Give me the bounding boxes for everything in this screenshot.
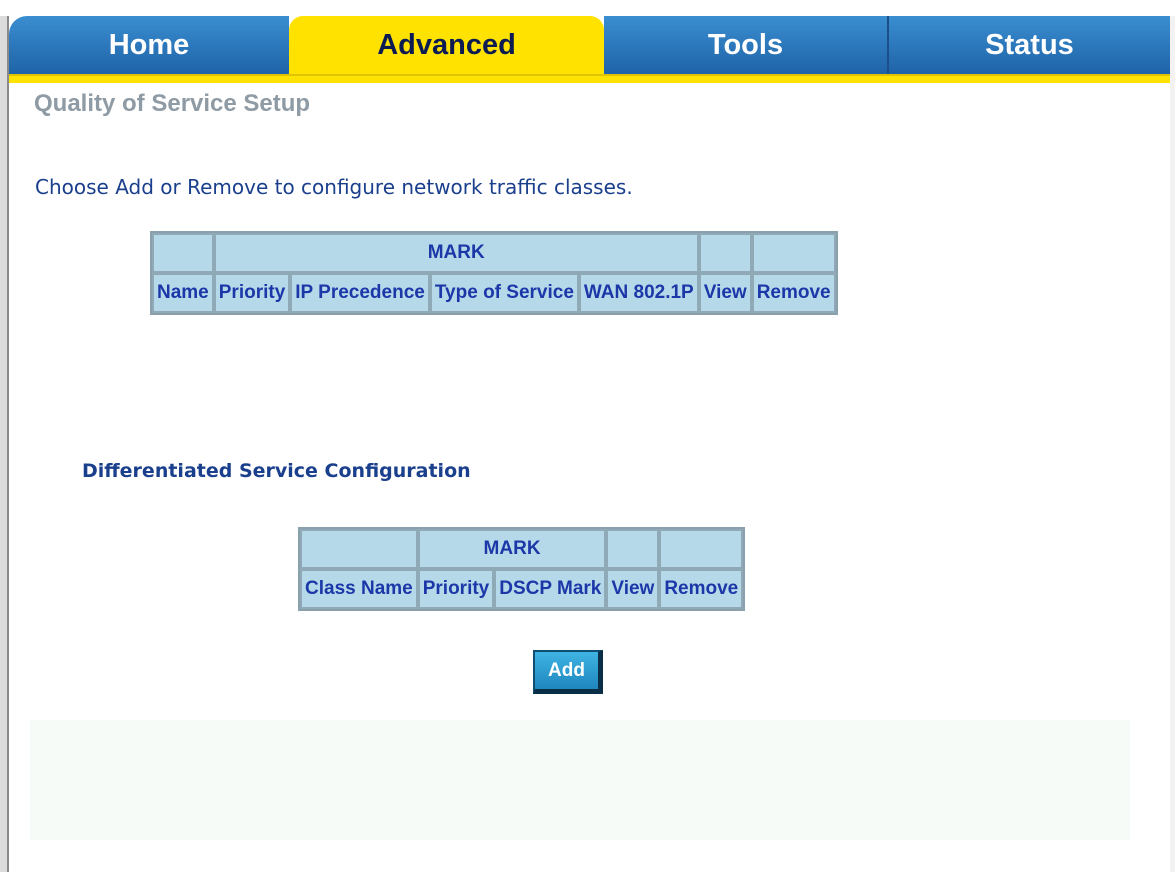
column-header-view: View: [606, 569, 660, 609]
column-header-priority: Priority: [417, 569, 495, 609]
column-header-priority: Priority: [213, 273, 291, 313]
router-setup-page: Home Advanced Tools Status Quality of Se…: [0, 0, 1175, 872]
table-group-header-row: MARK: [300, 529, 744, 569]
column-header-remove: Remove: [659, 569, 744, 609]
table-header-spacer: [300, 529, 418, 569]
mark-group-header: MARK: [213, 233, 699, 273]
table-header-spacer: [659, 529, 744, 569]
table-header-spacer: [751, 233, 836, 273]
column-header-name: Name: [152, 273, 214, 313]
ds-config-table: MARK Class Name Priority DSCP Mark View …: [298, 527, 746, 611]
ds-section-heading: Differentiated Service Configuration: [82, 460, 471, 482]
page-title: Quality of Service Setup: [34, 90, 311, 117]
mark-group-header: MARK: [417, 529, 607, 569]
window-left-border: [0, 16, 9, 872]
column-header-ip-precedence: IP Precedence: [290, 273, 430, 313]
bottom-panel: [30, 720, 1130, 840]
top-navigation: Home Advanced Tools Status: [9, 16, 1170, 83]
table-header-spacer: [698, 233, 752, 273]
column-header-view: View: [698, 273, 752, 313]
column-header-wan-8021p: WAN 802.1P: [578, 273, 699, 313]
add-button[interactable]: Add: [533, 650, 603, 694]
column-header-remove: Remove: [751, 273, 836, 313]
column-header-class-name: Class Name: [300, 569, 418, 609]
tab-tools[interactable]: Tools: [604, 16, 889, 74]
tab-underline: [9, 74, 1170, 83]
tab-advanced[interactable]: Advanced: [289, 16, 604, 74]
column-header-type-of-service: Type of Service: [429, 273, 579, 313]
window-right-border: [1170, 16, 1175, 872]
table-group-header-row: MARK: [152, 233, 836, 273]
intro-text: Choose Add or Remove to configure networ…: [35, 175, 633, 199]
tab-home[interactable]: Home: [9, 16, 289, 74]
table-header-row: Name Priority IP Precedence Type of Serv…: [152, 273, 836, 313]
column-header-dscp-mark: DSCP Mark: [494, 569, 607, 609]
qos-class-table: MARK Name Priority IP Precedence Type of…: [150, 231, 838, 315]
tab-status[interactable]: Status: [889, 16, 1170, 74]
table-header-spacer: [152, 233, 214, 273]
table-header-row: Class Name Priority DSCP Mark View Remov…: [300, 569, 744, 609]
table-header-spacer: [606, 529, 660, 569]
